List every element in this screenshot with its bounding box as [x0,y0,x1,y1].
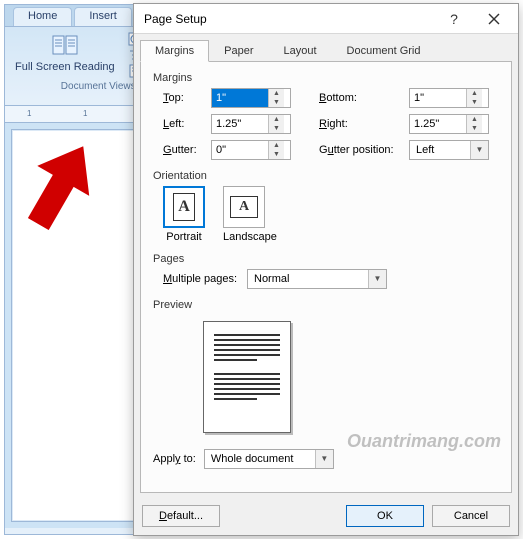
gutter-label: Gutter: [163,144,211,156]
page-setup-dialog: Page Setup ? Margins Paper Layout Docume… [133,3,519,536]
left-input[interactable] [212,115,268,133]
ribbon-tab-insert[interactable]: Insert [74,7,132,26]
preview-legend: Preview [153,299,194,315]
bottom-input[interactable] [410,89,466,107]
pages-section: Pages Multiple pages: Normal ▼ [153,253,499,289]
left-label: Left: [163,118,211,130]
gutter-position-value: Left [410,144,470,156]
pages-legend: Pages [153,253,186,269]
apply-to-value: Whole document [205,453,315,465]
dialog-body: Margins Top: ▲▼ Bottom: ▲▼ Left: ▲▼ [140,61,512,493]
portrait-icon: A [163,186,205,228]
gutter-spinner-arrows[interactable]: ▲▼ [268,141,284,159]
left-spinner-arrows[interactable]: ▲▼ [268,115,284,133]
dialog-title: Page Setup [144,12,207,26]
default-button[interactable]: Default... [142,505,220,527]
tab-document-grid[interactable]: Document Grid [332,40,436,62]
dialog-buttons: Default... OK Cancel [134,499,518,535]
landscape-icon: A [223,186,265,228]
chevron-down-icon: ▼ [315,450,333,468]
top-label: Top: [163,92,211,104]
preview-thumbnail [203,321,291,433]
margins-legend: Margins [153,72,194,88]
ok-button[interactable]: OK [346,505,424,527]
portrait-label: Portrait [163,231,205,243]
dialog-tabs: Margins Paper Layout Document Grid [134,34,518,62]
margins-section: Margins Top: ▲▼ Bottom: ▲▼ Left: ▲▼ [153,72,499,160]
chevron-down-icon: ▼ [470,141,488,159]
apply-to-combo[interactable]: Whole document ▼ [204,449,334,469]
right-spinner-arrows[interactable]: ▲▼ [466,115,482,133]
ribbon-tab-home[interactable]: Home [13,7,72,26]
gutter-spinner[interactable]: ▲▼ [211,140,291,160]
multiple-pages-label: Multiple pages: [163,273,237,285]
close-icon [488,13,500,25]
preview-section: Preview [153,299,499,439]
bottom-label: Bottom: [319,92,409,104]
dialog-help-button[interactable]: ? [434,6,474,32]
top-spinner-arrows[interactable]: ▲▼ [268,89,284,107]
orientation-section: Orientation A Portrait A Landscape [153,170,499,243]
full-screen-label: Full Screen Reading [15,61,115,73]
top-input[interactable] [212,89,268,107]
bottom-spinner[interactable]: ▲▼ [409,88,489,108]
bottom-spinner-arrows[interactable]: ▲▼ [466,89,482,107]
orientation-legend: Orientation [153,170,209,186]
multiple-pages-combo[interactable]: Normal ▼ [247,269,387,289]
landscape-label: Landscape [223,231,277,243]
tab-paper[interactable]: Paper [209,40,268,62]
right-input[interactable] [410,115,466,133]
apply-to-row: Apply to: Whole document ▼ [153,449,499,469]
top-spinner[interactable]: ▲▼ [211,88,291,108]
cancel-button[interactable]: Cancel [432,505,510,527]
dialog-close-button[interactable] [474,6,514,32]
chevron-down-icon: ▼ [368,270,386,288]
right-label: Right: [319,118,409,130]
portrait-button[interactable]: A Portrait [163,186,205,243]
left-spinner[interactable]: ▲▼ [211,114,291,134]
landscape-button[interactable]: A Landscape [223,186,277,243]
tab-layout[interactable]: Layout [268,40,331,62]
full-screen-icon [51,33,79,59]
gutter-input[interactable] [212,141,268,159]
dialog-titlebar: Page Setup ? [134,4,518,34]
full-screen-reading-button[interactable]: Full Screen Reading [11,31,119,75]
gutter-position-label: Gutter position: [319,144,409,156]
tab-margins[interactable]: Margins [140,40,209,62]
multiple-pages-value: Normal [248,273,368,285]
right-spinner[interactable]: ▲▼ [409,114,489,134]
apply-to-label: Apply to: [153,453,196,465]
gutter-position-combo[interactable]: Left ▼ [409,140,489,160]
